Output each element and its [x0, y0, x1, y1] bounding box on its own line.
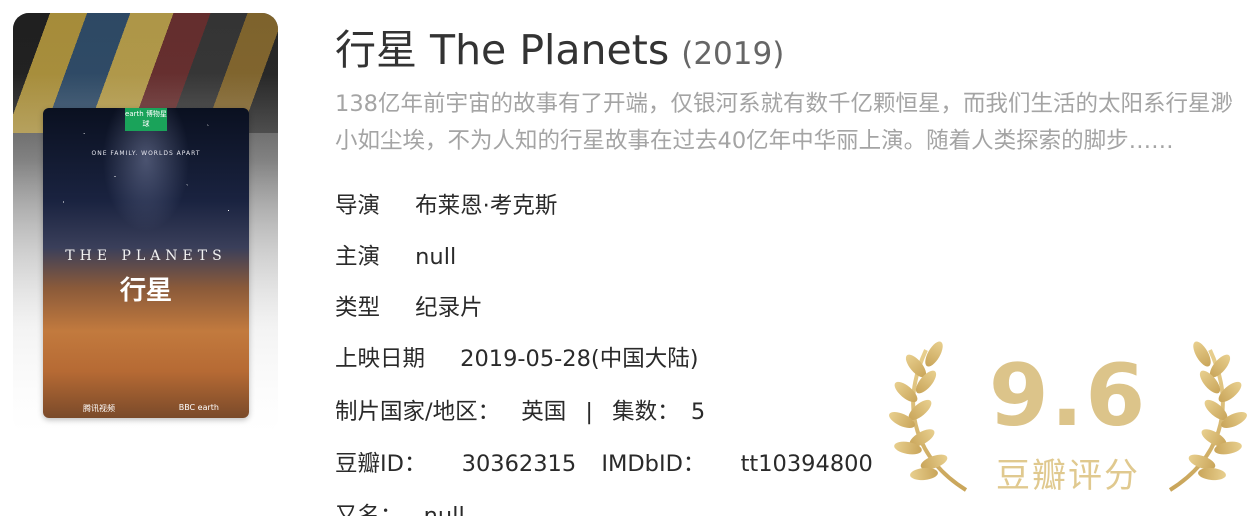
director-label: 导演 — [335, 193, 381, 219]
poster-channel-badge: earth 博物星球 — [125, 108, 167, 131]
release-value: 2019-05-28(中国大陆) — [460, 346, 699, 372]
genre-label: 类型 — [335, 295, 381, 321]
meta-divider: | — [585, 399, 594, 425]
tencent-video-logo: 腾讯视频 — [83, 404, 115, 413]
genre-row: 类型 纪录片 — [335, 290, 483, 322]
imdb-id-value[interactable]: tt10394800 — [741, 451, 873, 477]
poster-footer: 腾讯视频 BBC earth — [43, 403, 249, 414]
aka-label: 又名： — [335, 503, 403, 516]
douban-id-value[interactable]: 30362315 — [462, 451, 577, 477]
aka-row: 又名： null — [335, 498, 465, 516]
rating-label: 豆瓣评分 — [996, 456, 1140, 496]
movie-title: 行星 The Planets — [335, 26, 670, 74]
bbc-earth-logo: BBC earth — [178, 403, 219, 412]
poster-title: THE PLANETS — [65, 248, 227, 264]
country-value: 英国 — [521, 399, 567, 425]
director-row: 导演 布莱恩·考克斯 — [335, 188, 557, 220]
movie-poster[interactable]: earth 博物星球 ONE FAMILY. WORLDS APART THE … — [43, 108, 249, 418]
douban-rating-badge: 9.6 豆瓣评分 — [888, 340, 1248, 500]
cast-label: 主演 — [335, 244, 381, 270]
episodes-value: 5 — [690, 399, 706, 425]
aka-value: null — [423, 503, 465, 516]
ids-row: 豆瓣ID： 30362315 IMDbID： tt10394800 — [335, 446, 873, 478]
director-value[interactable]: 布莱恩·考克斯 — [415, 188, 557, 220]
cast-value: null — [415, 244, 457, 270]
movie-detail-page: earth 博物星球 ONE FAMILY. WORLDS APART THE … — [0, 0, 1259, 516]
release-row: 上映日期 2019-05-28(中国大陆) — [335, 341, 699, 373]
genre-value: 纪录片 — [415, 295, 483, 321]
rating-score: 9.6 — [988, 346, 1148, 446]
release-label: 上映日期 — [335, 346, 426, 372]
episodes-label: 集数： — [612, 399, 680, 425]
poster-title-cn: 行星 — [119, 276, 172, 306]
movie-description[interactable]: 138亿年前宇宙的故事有了开端，仅银河系就有数千亿颗恒星，而我们生活的太阳系行星… — [335, 86, 1247, 160]
poster-tagline: ONE FAMILY. WORLDS APART — [91, 150, 201, 157]
country-episodes-row: 制片国家/地区： 英国 | 集数： 5 — [335, 394, 705, 426]
movie-year: (2019) — [681, 36, 785, 72]
title-row: 行星 The Planets (2019) — [335, 16, 1255, 74]
movie-info: 行星 The Planets (2019) 138亿年前宇宙的故事有了开端，仅银… — [335, 16, 1255, 516]
imdb-id-label: IMDbID： — [601, 451, 706, 477]
poster-card[interactable]: earth 博物星球 ONE FAMILY. WORLDS APART THE … — [13, 13, 278, 433]
cast-row: 主演 null — [335, 239, 456, 271]
douban-id-label: 豆瓣ID： — [335, 451, 427, 477]
country-label: 制片国家/地区： — [335, 399, 501, 425]
